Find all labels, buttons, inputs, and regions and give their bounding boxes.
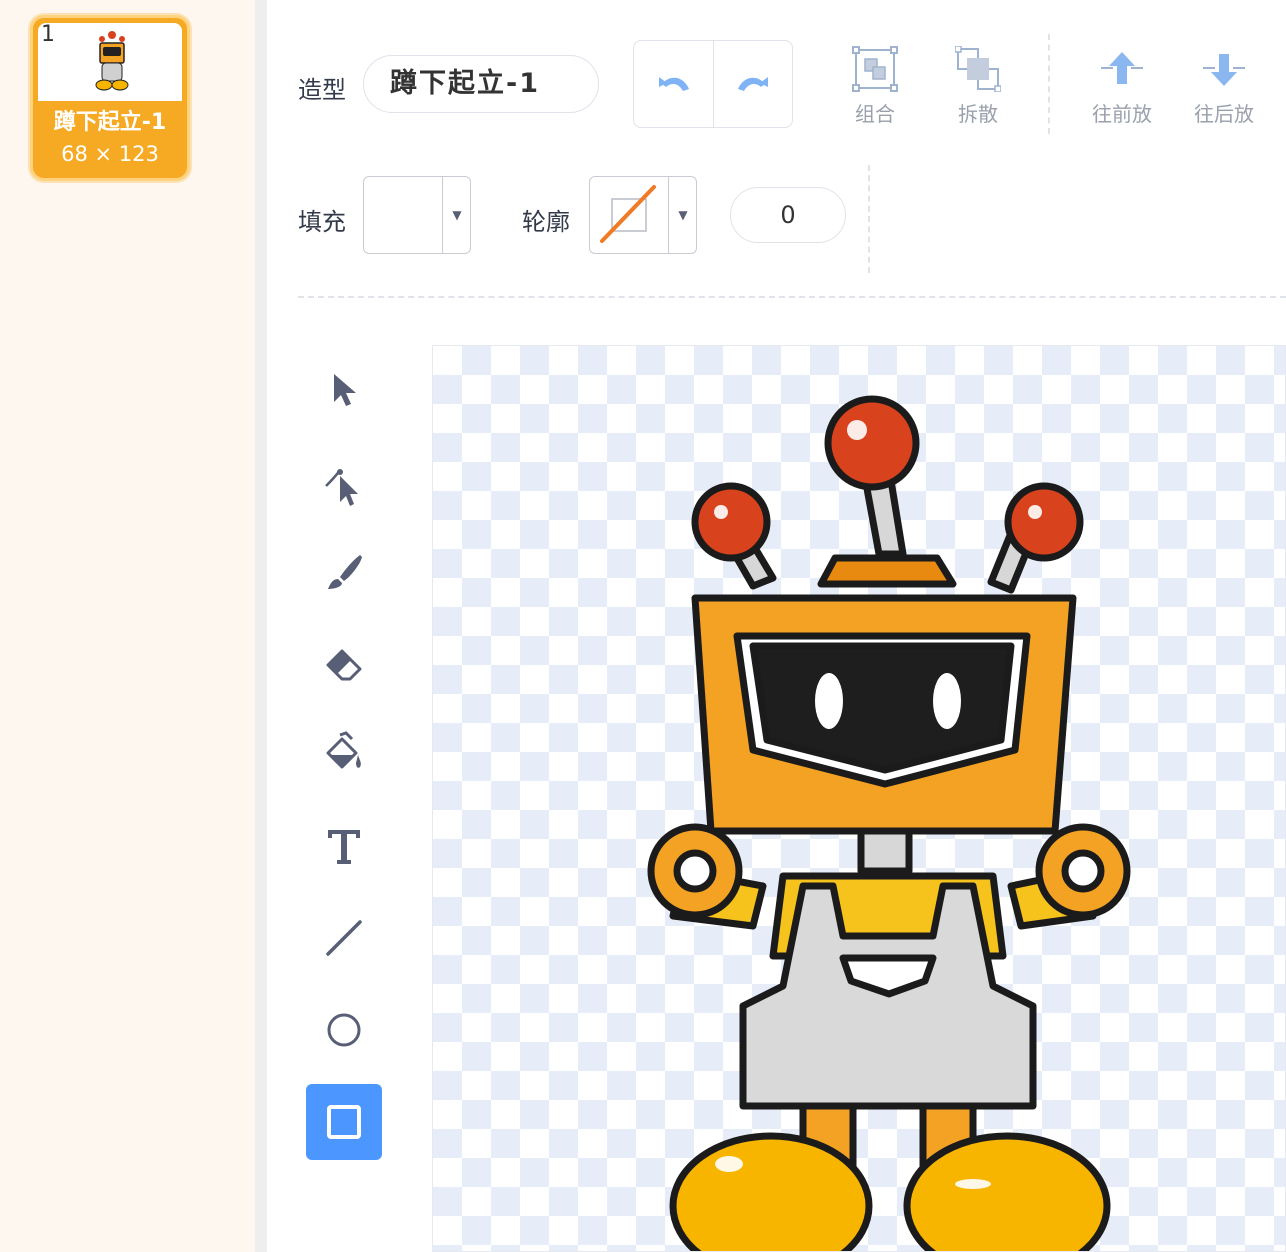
costume-index: 1: [41, 22, 55, 47]
fill-color-picker[interactable]: ▼: [363, 176, 471, 254]
reshape-tool[interactable]: [306, 448, 382, 524]
robot-costume-drawing: [647, 395, 1131, 1251]
costume-name-input[interactable]: 蹲下起立-1: [363, 55, 599, 113]
pane-divider[interactable]: [255, 0, 267, 1252]
chevron-down-icon: ▼: [678, 208, 688, 222]
fill-color-swatch: [364, 177, 443, 253]
redo-button[interactable]: [713, 41, 792, 127]
group-button[interactable]: 组合: [830, 42, 920, 132]
forward-button[interactable]: 往前放: [1077, 42, 1167, 132]
fill-tool[interactable]: [306, 715, 382, 791]
outline-width-input[interactable]: 0: [730, 187, 846, 243]
paint-canvas[interactable]: [432, 345, 1286, 1252]
paint-bucket-icon: [326, 731, 361, 769]
circle-icon: [327, 1013, 361, 1047]
ungroup-label: 拆散: [958, 102, 998, 126]
reshape-cursor-icon: [325, 469, 358, 506]
costume-label: 造型: [298, 76, 346, 104]
eraser-icon: [326, 649, 362, 681]
redo-icon: [737, 77, 768, 91]
ungroup-button[interactable]: 拆散: [933, 42, 1023, 132]
backward-button[interactable]: 往后放: [1179, 42, 1269, 132]
outline-color-picker[interactable]: ▼: [589, 176, 697, 254]
outline-color-swatch: [590, 177, 669, 253]
backward-label: 往后放: [1194, 102, 1254, 126]
costume-card-selected[interactable]: 1 蹲下起立-1 68 × 123: [30, 15, 190, 181]
select-tool[interactable]: [306, 352, 382, 428]
robot-thumbnail-image: [95, 31, 129, 91]
line-tool[interactable]: [306, 900, 382, 976]
toolbar-separator: [1048, 34, 1050, 134]
group-label: 组合: [855, 102, 895, 126]
costume-size: 68 × 123: [61, 142, 159, 166]
costume-thumbnail: [38, 23, 182, 101]
group-icon: [852, 46, 898, 92]
toolbar-bottom-separator: [298, 296, 1286, 298]
ungroup-icon: [954, 45, 1002, 93]
chevron-down-icon: ▼: [452, 208, 462, 222]
no-color-slash-icon: [600, 185, 656, 243]
forward-label: 往前放: [1092, 102, 1152, 126]
text-T-icon: [328, 830, 360, 864]
undo-redo-group: [633, 40, 793, 128]
stylebar-separator: [868, 165, 870, 273]
arrow-cursor-icon: [334, 374, 356, 406]
circle-tool[interactable]: [306, 992, 382, 1068]
line-icon: [326, 920, 362, 956]
brush-icon: [328, 555, 362, 589]
undo-icon: [658, 77, 689, 91]
brush-tool[interactable]: [306, 535, 382, 611]
undo-button[interactable]: [634, 41, 714, 127]
text-tool[interactable]: [306, 808, 382, 884]
rectangle-icon: [327, 1105, 361, 1139]
eraser-tool[interactable]: [306, 627, 382, 703]
arrow-up-icon: [1101, 52, 1143, 84]
arrow-down-icon: [1203, 54, 1245, 86]
costume-name: 蹲下起立-1: [53, 110, 167, 135]
costume-list-sidebar: 1 蹲下起立-1 68 × 123: [0, 0, 255, 1252]
rectangle-tool[interactable]: [306, 1084, 382, 1160]
outline-label: 轮廓: [522, 208, 570, 236]
fill-label: 填充: [298, 208, 346, 236]
